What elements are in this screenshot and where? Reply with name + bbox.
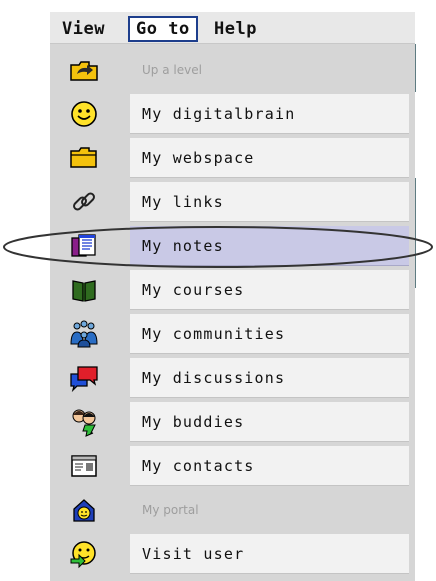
menu-item-my-webspace[interactable]: My webspace [50,136,415,180]
menu-item-my-communities[interactable]: My communities [50,312,415,356]
menu-bar: View Go to Help [50,12,415,44]
menu-item-label: Up a level [142,63,202,77]
menu-item-my-contacts[interactable]: My contacts [50,444,415,488]
menu-item-label: My buddies [130,402,409,442]
menu-item-label: My digitalbrain [130,94,409,134]
up-level-folder-icon [68,54,100,86]
people-group-icon [68,318,100,350]
menu-item-label: My courses [130,270,409,310]
menu-item-my-links[interactable]: My links [50,180,415,224]
menu-item-my-buddies[interactable]: My buddies [50,400,415,444]
highlight-ellipse [3,226,433,268]
chain-link-icon [68,186,100,218]
menu-item-my-portal: My portal [50,488,415,532]
buddies-icon [68,406,100,438]
menu-goto[interactable]: Go to [128,16,198,42]
menu-item-visit-user[interactable]: Visit user [50,532,415,576]
speech-bubbles-icon [68,362,100,394]
menu-item-label: My discussions [130,358,409,398]
goto-menu: Up a level My digitalbrain My webspace M… [50,44,415,581]
menu-item-label: My links [130,182,409,222]
folder-icon [68,142,100,174]
menu-item-label: My communities [130,314,409,354]
menu-item-label: Visit user [130,534,409,574]
menu-item-label: My webspace [130,138,409,178]
menu-item-my-digitalbrain[interactable]: My digitalbrain [50,92,415,136]
menu-item-my-discussions[interactable]: My discussions [50,356,415,400]
smiley-icon [68,98,100,130]
visit-user-icon [68,538,100,570]
book-icon [68,274,100,306]
menu-item-my-courses[interactable]: My courses [50,268,415,312]
home-portal-icon [68,494,100,526]
menu-item-label: My portal [142,503,199,517]
menu-help[interactable]: Help [208,16,263,42]
menu-item-up-a-level: Up a level [50,48,415,92]
contact-card-icon [68,450,100,482]
menu-item-label: My contacts [130,446,409,486]
menu-view[interactable]: View [56,16,111,42]
